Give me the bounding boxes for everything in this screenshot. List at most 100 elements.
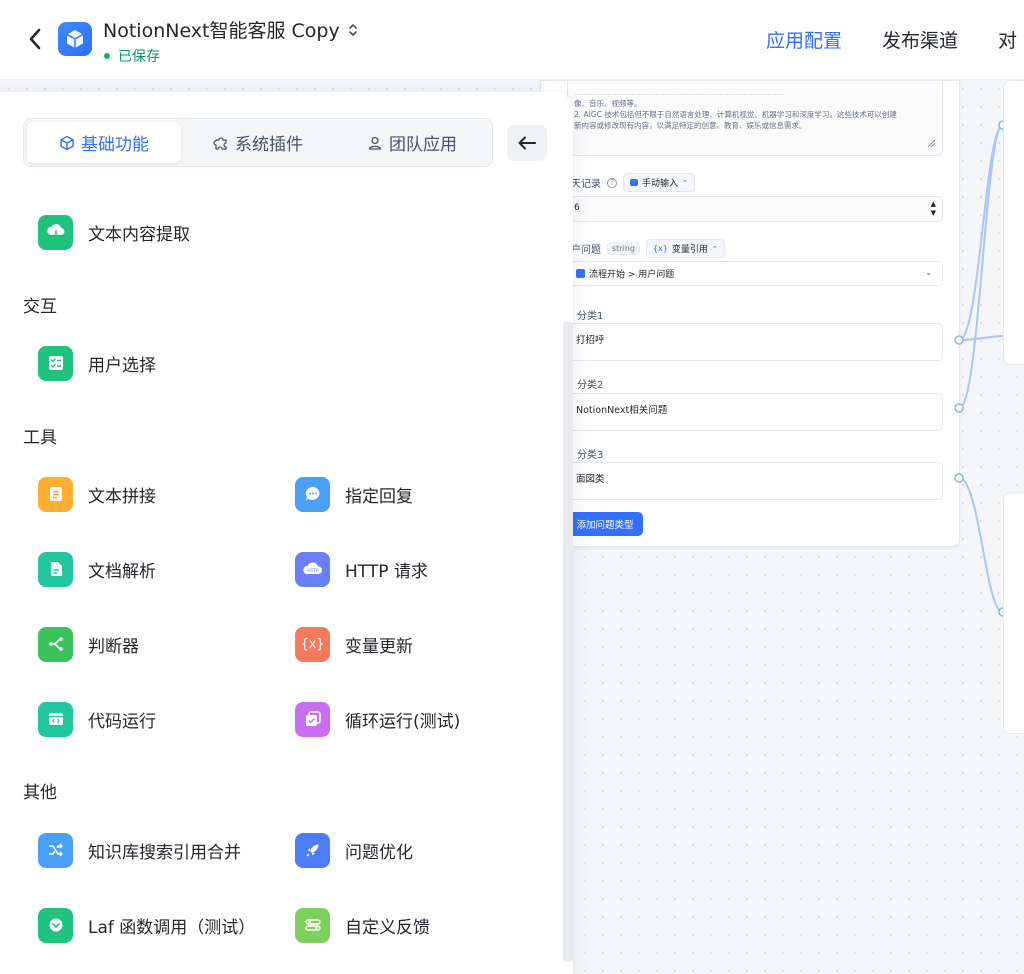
puzzle-icon xyxy=(213,136,227,150)
question-mode-select[interactable]: {x} 变量引用 ⌃ xyxy=(645,239,725,258)
question-mode-text: 变量引用 xyxy=(671,245,708,255)
panel-scrollbar[interactable] xyxy=(563,322,573,962)
prompt-line: 2. AIGC 技术包括但不限于自然语言处理、计算机视觉、机器学习和深度学习。这… xyxy=(574,110,897,119)
flow-start-icon xyxy=(576,269,585,278)
header-tabs: 应用配置 发布渠道 对 xyxy=(766,26,1024,56)
add-question-type-button[interactable]: 添加问题类型 xyxy=(567,512,643,536)
class-textarea[interactable]: 打招呼 xyxy=(567,323,943,361)
arrow-left-icon xyxy=(518,136,536,150)
class-label: 分类1 xyxy=(577,311,604,322)
module-http-request[interactable]: HTTP HTTP 请求 xyxy=(295,549,525,589)
status-dot xyxy=(104,53,110,59)
loop-check-icon xyxy=(295,701,330,737)
tab-publish-channel[interactable]: 发布渠道 xyxy=(882,26,958,53)
module-custom-feedback[interactable]: 自定义反馈 xyxy=(295,905,525,945)
question-classify-node[interactable]: ........................................… xyxy=(540,80,960,547)
module-loop-run[interactable]: 循环运行(测试) xyxy=(295,699,525,739)
input-mode-icon xyxy=(630,179,638,186)
history-count-value: 6 xyxy=(574,203,580,213)
branch-icon xyxy=(38,626,73,662)
module-text-extract[interactable]: 文本内容提取 xyxy=(38,212,268,252)
module-code-run[interactable]: 代码运行 xyxy=(38,699,268,739)
app-logo-icon xyxy=(58,22,92,56)
tab-team-apps[interactable]: 团队应用 xyxy=(335,122,489,163)
module-label: 问题优化 xyxy=(345,842,413,863)
prompt-textarea[interactable]: ........................................… xyxy=(567,81,943,156)
sliders-icon xyxy=(295,907,330,943)
question-reference-select[interactable]: 流程开始 > 用户问题 ⌄ xyxy=(567,261,943,286)
prompt-line: ........................................… xyxy=(574,88,784,97)
module-library-panel: 基础功能 系统插件 团队应用 文本内容提取 交互 用户选择 工具 文本拼接 指定… xyxy=(0,92,573,974)
connection-handle[interactable] xyxy=(954,403,964,413)
svg-text:HTTP: HTTP xyxy=(307,568,319,574)
help-circle-icon[interactable]: ? xyxy=(607,177,617,188)
checklist-icon xyxy=(38,345,73,381)
tab-system-plugins[interactable]: 系统插件 xyxy=(181,122,335,163)
back-button[interactable] xyxy=(22,24,48,54)
module-label: 循环运行(测试) xyxy=(345,711,461,732)
module-variable-update[interactable]: {x} 变量更新 xyxy=(295,624,525,664)
connection-handle[interactable] xyxy=(954,473,964,483)
module-label: 文本拼接 xyxy=(88,486,156,507)
module-query-optimize[interactable]: 问题优化 xyxy=(295,830,525,870)
next-node-card[interactable] xyxy=(1003,80,1024,365)
section-title-interaction: 交互 xyxy=(23,297,57,317)
module-label: 文本内容提取 xyxy=(88,224,190,245)
module-label: 指定回复 xyxy=(345,486,413,507)
history-label-text: 天记录 xyxy=(571,179,601,190)
module-laf-function[interactable]: Laf 函数调用（测试） xyxy=(38,905,268,945)
history-field-label: 天记录 ? 手动输入 ⌃ xyxy=(571,173,695,192)
resize-handle-icon[interactable] xyxy=(927,139,936,151)
chat-bubble-icon xyxy=(295,476,330,512)
next-node-card[interactable] xyxy=(1003,492,1024,734)
history-mode-select[interactable]: 手动输入 ⌃ xyxy=(623,173,695,192)
history-mode-text: 手动输入 xyxy=(642,179,679,189)
app-title[interactable]: NotionNext智能客服 Copy xyxy=(103,16,358,43)
class-textarea[interactable]: NotionNext相关问题 xyxy=(567,393,943,431)
class-textarea[interactable]: 面図类 xyxy=(567,462,943,500)
module-label: Laf 函数调用（测试） xyxy=(88,917,256,938)
module-label: HTTP 请求 xyxy=(345,561,428,582)
cloud-extract-icon xyxy=(38,214,73,250)
module-label: 知识库搜索引用合并 xyxy=(88,842,241,863)
code-window-icon xyxy=(38,701,73,737)
module-doc-parse[interactable]: 文档解析 xyxy=(38,549,268,589)
variable-ref-icon: {x} xyxy=(652,244,668,253)
module-label: 变量更新 xyxy=(345,636,413,657)
module-category-tabs: 基础功能 系统插件 团队应用 xyxy=(23,118,493,167)
history-count-stepper[interactable]: 6 ▲ ▼ xyxy=(567,196,943,222)
section-title-others: 其他 xyxy=(23,783,57,803)
class-label: 分类3 xyxy=(577,450,604,461)
chevron-up-down-icon[interactable] xyxy=(348,22,358,38)
section-title-tools: 工具 xyxy=(23,428,57,448)
text-doc-icon xyxy=(38,476,73,512)
tab-label: 基础功能 xyxy=(81,135,149,155)
module-user-select[interactable]: 用户选择 xyxy=(38,343,268,383)
module-dataset-merge[interactable]: 知识库搜索引用合并 xyxy=(38,830,268,870)
module-specified-reply[interactable]: 指定回复 xyxy=(295,474,525,514)
type-badge: string xyxy=(607,242,640,255)
prompt-line: 像、音乐、视频等。 xyxy=(574,99,642,108)
stepper-arrows-icon[interactable]: ▲ ▼ xyxy=(931,200,936,218)
file-icon xyxy=(38,551,73,587)
tab-chat[interactable]: 对 xyxy=(998,26,1017,53)
tab-app-config[interactable]: 应用配置 xyxy=(766,26,842,53)
module-label: 自定义反馈 xyxy=(345,917,430,938)
save-status-text: 已保存 xyxy=(118,49,160,65)
prompt-line: 新内容或修改现有内容，以满足特定的创意、教育、娱乐或信息需求。 xyxy=(574,121,807,130)
module-label: 代码运行 xyxy=(88,711,156,732)
user-icon xyxy=(368,136,382,150)
question-field-label: 户问题 string {x} 变量引用 ⌃ xyxy=(571,239,725,258)
collapse-panel-button[interactable] xyxy=(507,125,547,161)
http-cloud-icon: HTTP xyxy=(295,551,330,587)
tab-label: 团队应用 xyxy=(389,135,457,155)
rocket-icon xyxy=(295,832,330,868)
connection-handle[interactable] xyxy=(954,335,964,345)
tab-label: 系统插件 xyxy=(235,135,303,155)
merge-icon xyxy=(38,832,73,868)
module-text-concat[interactable]: 文本拼接 xyxy=(38,474,268,514)
chevron-up-down-icon: ⌃ xyxy=(711,244,718,253)
module-condition[interactable]: 判断器 xyxy=(38,624,268,664)
tab-basic-functions[interactable]: 基础功能 xyxy=(27,122,181,163)
variable-icon: {x} xyxy=(295,626,330,662)
